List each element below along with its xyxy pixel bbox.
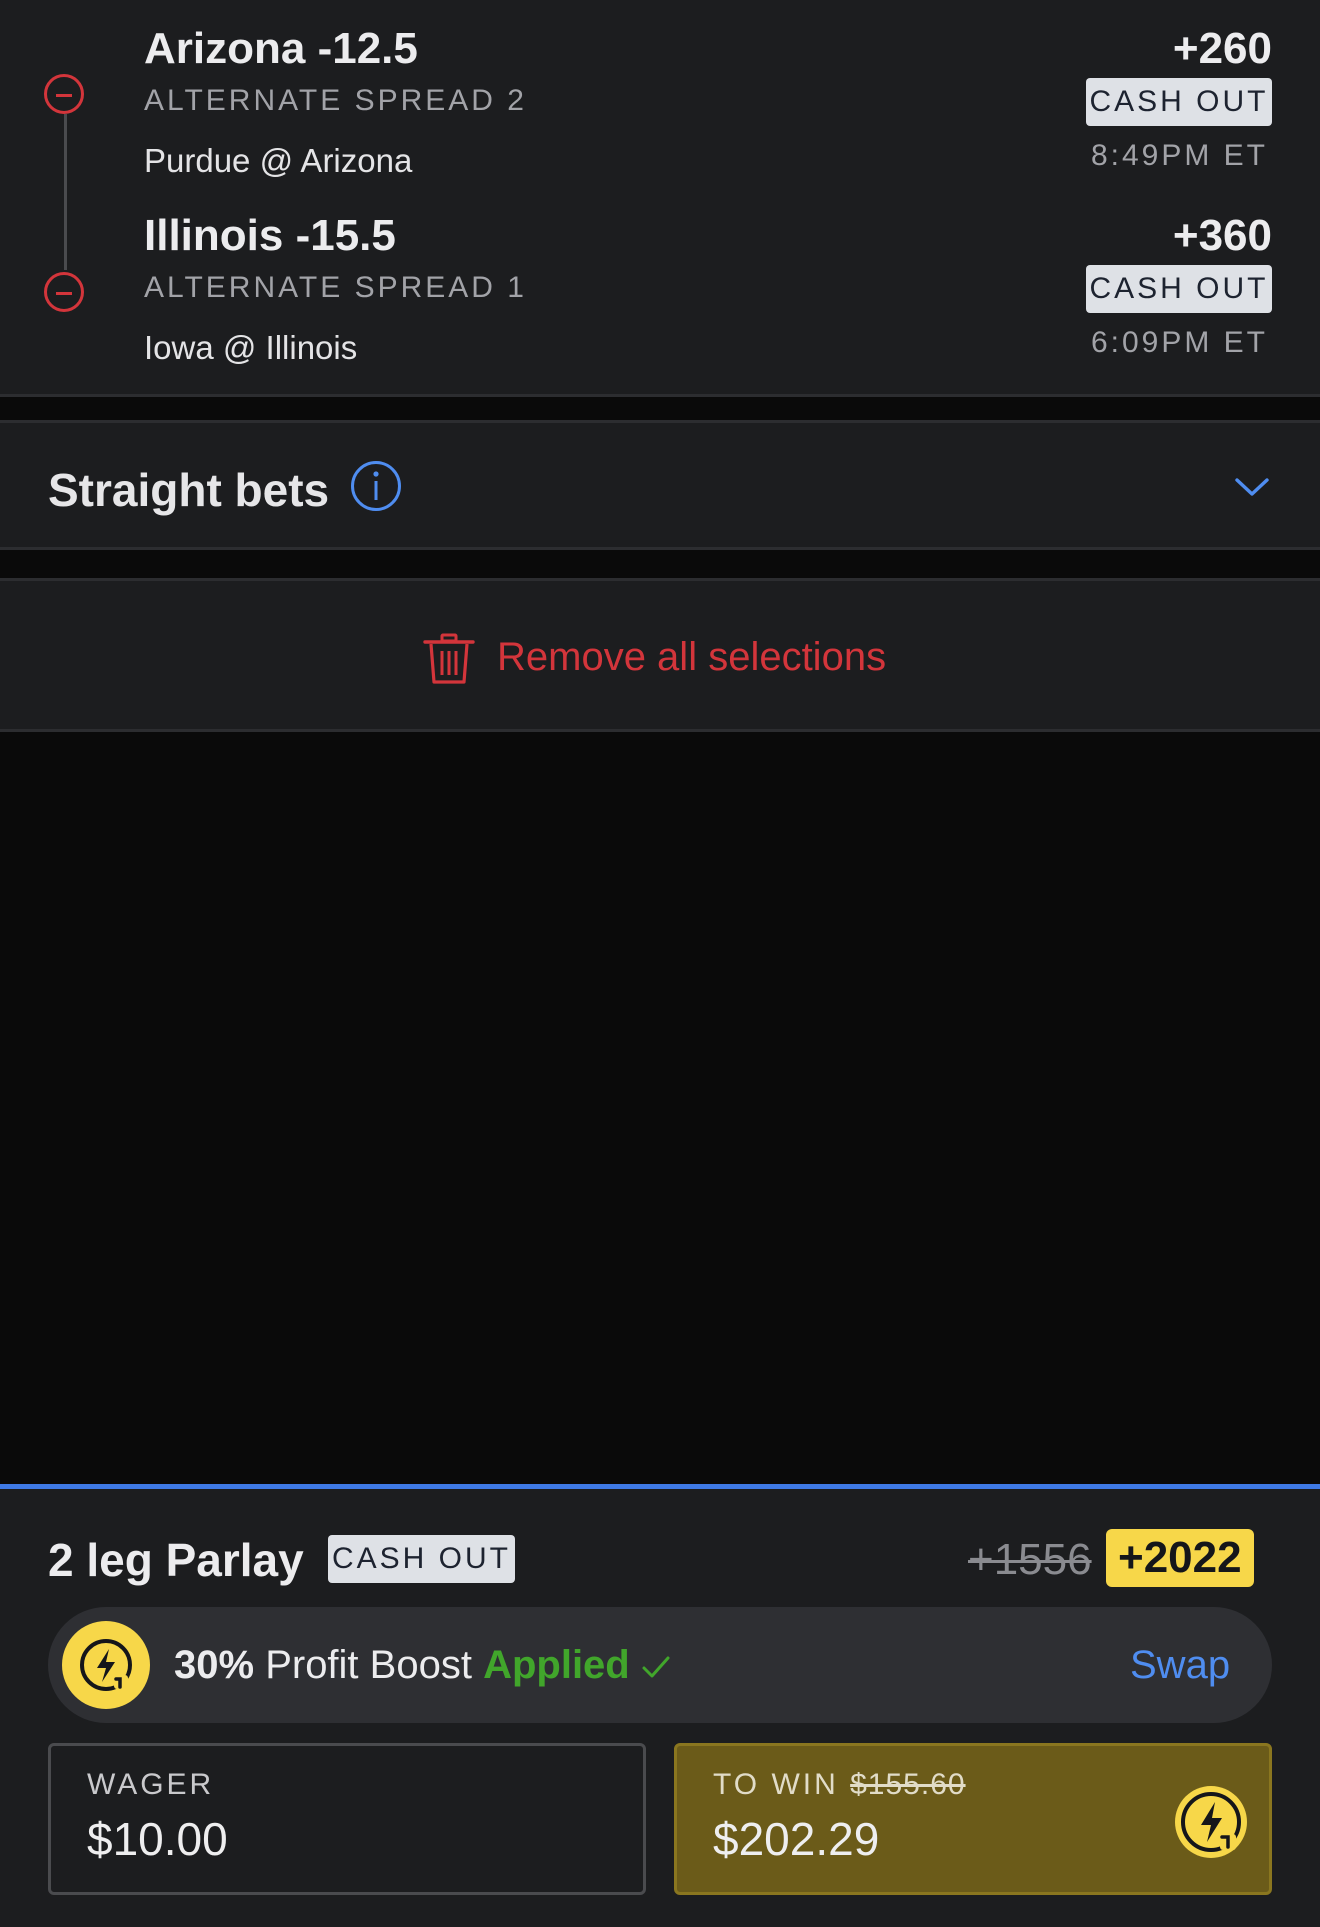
to-win-value: $202.29: [713, 1813, 880, 1865]
betslip-footer: 2 leg Parlay CASH OUT +1556 +2022 30% Pr…: [0, 1484, 1320, 1927]
wager-label: WAGER: [87, 1768, 215, 1801]
remove-leg-icon[interactable]: [44, 272, 84, 312]
remove-all-selections-button[interactable]: Remove all selections: [0, 578, 1320, 732]
leg-odds: +260: [1172, 24, 1272, 73]
leg-odds: +360: [1172, 211, 1272, 260]
cash-out-badge: CASH OUT: [1086, 265, 1272, 313]
chevron-down-icon[interactable]: [1234, 471, 1270, 501]
leg-market: ALTERNATE SPREAD 2: [144, 84, 527, 117]
leg-title: Illinois -15.5: [144, 211, 396, 260]
parlay-legs-section: Arizona -12.5 ALTERNATE SPREAD 2 Purdue …: [0, 0, 1320, 397]
to-win-original-value: $155.60: [850, 1768, 966, 1801]
cash-out-badge: CASH OUT: [1086, 78, 1272, 126]
wager-value: $10.00: [87, 1813, 228, 1865]
leg-market: ALTERNATE SPREAD 1: [144, 271, 527, 304]
remove-leg-icon[interactable]: [44, 74, 84, 114]
leg-title: Arizona -12.5: [144, 24, 418, 73]
trash-icon: [423, 633, 475, 684]
cash-out-badge: CASH OUT: [328, 1535, 515, 1583]
original-odds: +1556: [968, 1535, 1092, 1584]
leg-matchup: Iowa @ Illinois: [144, 329, 358, 366]
boosted-odds: +2022: [1106, 1529, 1254, 1587]
straight-bets-title: Straight bets: [48, 464, 330, 516]
boost-label: Profit Boost: [265, 1643, 472, 1687]
leg-start-time: 6:09PM ET: [1090, 326, 1268, 359]
boost-status: Applied: [483, 1643, 630, 1687]
parlay-title: 2 leg Parlay: [48, 1534, 304, 1586]
to-win-label: TO WIN: [713, 1768, 839, 1801]
to-win-box: TO WIN $155.60 $202.29: [674, 1743, 1272, 1895]
profit-boost-icon: [62, 1621, 150, 1709]
leg-start-time: 8:49PM ET: [1090, 139, 1268, 172]
leg-connector-line: [64, 114, 67, 270]
straight-bets-header[interactable]: Straight bets: [0, 420, 1320, 550]
profit-boost-icon: [1175, 1786, 1247, 1858]
boost-percent: 30%: [174, 1643, 255, 1687]
swap-boost-button[interactable]: Swap: [1130, 1643, 1230, 1688]
profit-boost-bar: 30% Profit Boost Applied Swap: [48, 1607, 1272, 1723]
wager-input-box[interactable]: WAGER $10.00: [48, 1743, 646, 1895]
to-win-label-row: TO WIN $155.60: [713, 1768, 966, 1802]
info-icon[interactable]: [350, 460, 402, 512]
profit-boost-text: 30% Profit Boost Applied: [174, 1643, 671, 1688]
leg-matchup: Purdue @ Arizona: [144, 142, 413, 179]
checkmark-icon: [642, 1656, 670, 1678]
remove-all-label: Remove all selections: [497, 635, 887, 679]
